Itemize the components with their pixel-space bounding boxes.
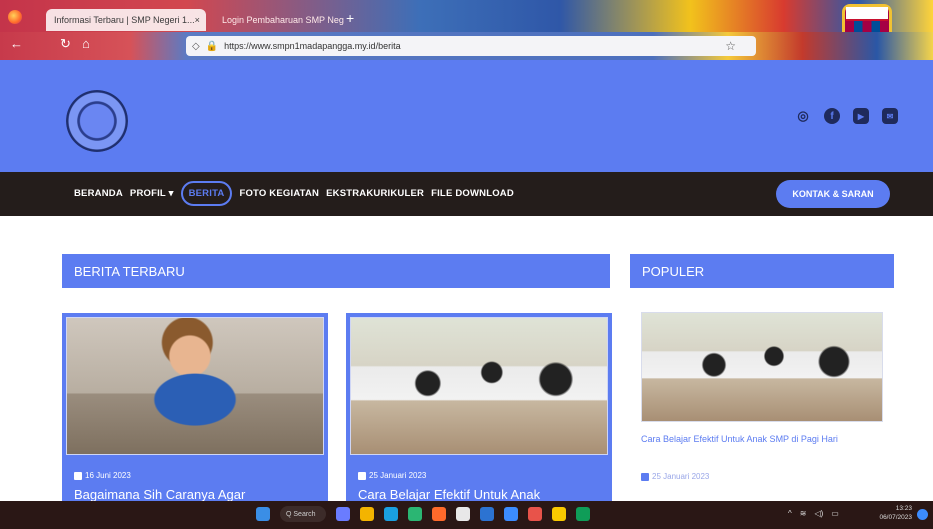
app-icon[interactable] <box>408 507 422 521</box>
browser-tab[interactable]: Login Pembaharuan SMP Negeri... × <box>214 9 344 31</box>
nav-item-ekstrakurikuler[interactable]: EKSTRAKURIKULER <box>326 188 424 199</box>
tab-label: Login Pembaharuan SMP Negeri... <box>222 15 344 25</box>
popular-post-image[interactable] <box>641 312 883 422</box>
youtube-icon[interactable]: ▶ <box>853 108 869 124</box>
word-icon[interactable] <box>480 507 494 521</box>
calendar-icon <box>641 472 649 481</box>
shield-icon: ◇ <box>192 40 200 52</box>
news-card-image[interactable] <box>66 317 324 455</box>
news-card-date: 25 Januari 2023 <box>358 471 426 480</box>
facebook-icon[interactable]: f <box>824 108 840 124</box>
volume-icon[interactable]: ◁) <box>814 509 823 518</box>
browser-tab-active[interactable]: Informasi Terbaru | SMP Negeri 1... × <box>46 9 206 31</box>
taskbar-search[interactable]: Q Search <box>280 506 326 522</box>
system-tray: ^ ≋ ◁) ▭ <box>788 509 839 518</box>
url-text: https://www.smpn1madapangga.my.id/berita <box>224 41 401 51</box>
nav-item-profil[interactable]: PROFIL ▾ <box>130 188 174 199</box>
news-card-image[interactable] <box>350 317 608 455</box>
windows-start-icon[interactable] <box>256 507 270 521</box>
notification-icon[interactable] <box>917 509 928 520</box>
taskbar-apps: Q Search <box>256 506 590 522</box>
store-icon[interactable] <box>456 507 470 521</box>
vscode-icon[interactable] <box>504 507 518 521</box>
wifi-icon[interactable]: ≋ <box>800 509 807 518</box>
social-links: ◎ f ▶ ✉ <box>795 108 898 124</box>
app-icon-2[interactable] <box>528 507 542 521</box>
firefox-taskbar-icon[interactable] <box>432 507 446 521</box>
email-icon[interactable]: ✉ <box>882 108 898 124</box>
popular-post-title[interactable]: Cara Belajar Efektif Untuk Anak SMP di P… <box>641 433 881 445</box>
site-header <box>0 60 933 172</box>
chrome-icon[interactable] <box>552 507 566 521</box>
news-card[interactable]: 16 Juni 2023 Bagaimana Sih Caranya Agar <box>62 313 328 503</box>
clock-time: 13:23 <box>895 505 912 512</box>
school-logo[interactable] <box>66 90 128 152</box>
date-text: 16 Juni 2023 <box>85 471 131 480</box>
popular-post-date: 25 Januari 2023 <box>641 472 709 481</box>
close-icon[interactable]: × <box>195 15 200 25</box>
news-card-date: 16 Juni 2023 <box>74 471 131 480</box>
file-explorer-icon[interactable] <box>360 507 374 521</box>
home-icon[interactable]: ⌂ <box>82 36 90 51</box>
chat-icon[interactable] <box>336 507 350 521</box>
app-icon-3[interactable] <box>576 507 590 521</box>
news-card[interactable]: 25 Januari 2023 Cara Belajar Efektif Unt… <box>346 313 612 503</box>
theme-crest-top <box>846 7 888 21</box>
date-text: 25 Januari 2023 <box>652 472 710 481</box>
clock-date: 06/07/2023 <box>879 514 912 521</box>
nav-menu: BERANDA PROFIL ▾ BERITA FOTO KEGIATAN EK… <box>74 181 514 206</box>
nav-item-beranda[interactable]: BERANDA <box>74 188 123 199</box>
lock-icon: 🔒 <box>205 40 219 52</box>
tab-label: Informasi Terbaru | SMP Negeri 1... <box>54 15 195 25</box>
new-tab-button[interactable]: + <box>346 10 354 26</box>
chevron-up-icon[interactable]: ^ <box>788 509 792 518</box>
nav-item-berita[interactable]: BERITA <box>180 181 233 206</box>
battery-icon[interactable]: ▭ <box>831 509 839 518</box>
taskbar-clock[interactable]: 13:23 06/07/2023 <box>868 504 912 522</box>
date-text: 25 Januari 2023 <box>369 471 427 480</box>
address-bar[interactable]: ◇ 🔒 https://www.smpn1madapangga.my.id/be… <box>186 36 756 56</box>
reload-icon[interactable]: ↻ <box>60 36 71 52</box>
firefox-icon[interactable] <box>8 10 22 24</box>
nav-item-foto-kegiatan[interactable]: FOTO KEGIATAN <box>239 188 319 199</box>
instagram-icon[interactable]: ◎ <box>795 108 811 124</box>
section-heading-berita: BERITA TERBARU <box>62 254 610 288</box>
nav-item-file-download[interactable]: FILE DOWNLOAD <box>431 188 514 199</box>
edge-icon[interactable] <box>384 507 398 521</box>
calendar-icon <box>74 471 82 480</box>
bookmark-star-icon[interactable]: ☆ <box>725 39 736 53</box>
contact-button[interactable]: KONTAK & SARAN <box>776 180 890 208</box>
back-icon[interactable]: ← <box>10 36 23 51</box>
section-heading-populer: POPULER <box>630 254 894 288</box>
calendar-icon <box>358 471 366 480</box>
